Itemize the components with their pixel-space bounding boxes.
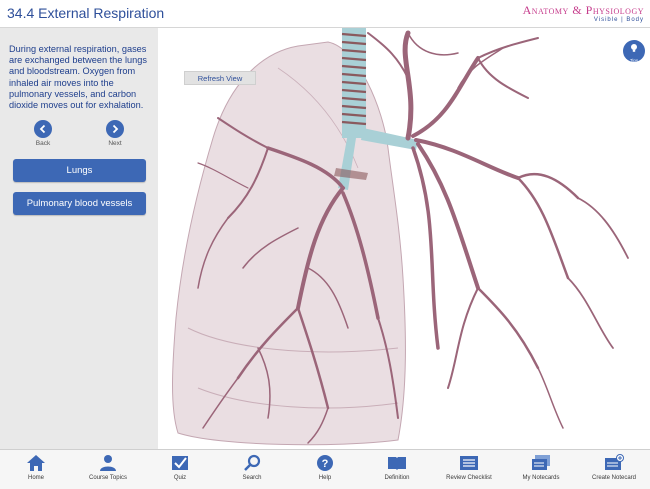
bottom-toolbar: Home Course Topics Quiz Search ? Help De…	[0, 449, 650, 489]
next-arrow-icon[interactable]	[106, 120, 124, 138]
toolbar-quiz[interactable]: Quiz	[152, 454, 208, 481]
toolbar-label: Definition	[384, 475, 410, 481]
toolbar-label: Quiz	[173, 475, 187, 481]
toolbar-label: Review Checklist	[446, 475, 492, 481]
description-text: During external respiration, gases are e…	[9, 44, 147, 111]
tips-button[interactable]: Tips	[623, 40, 645, 63]
anatomy-viewer[interactable]: Refresh View Tips	[158, 28, 650, 449]
next-label: Next	[108, 140, 122, 147]
person-icon	[100, 455, 116, 471]
book-icon	[388, 457, 406, 470]
next-button[interactable]: Next	[95, 120, 135, 147]
sidebar: During external respiration, gases are e…	[0, 28, 158, 449]
back-label: Back	[35, 140, 51, 147]
toolbar-label: Create Notecard	[591, 475, 637, 481]
home-icon	[27, 455, 45, 471]
toolbar-label: Help	[318, 475, 332, 481]
toolbar-home[interactable]: Home	[8, 454, 64, 481]
create-notecard-icon	[605, 454, 624, 470]
toolbar-definition[interactable]: Definition	[369, 454, 425, 481]
checklist-icon	[460, 456, 478, 470]
toolbar-label: Course Topics	[89, 475, 127, 481]
back-arrow-icon[interactable]	[34, 120, 52, 138]
notecards-icon	[532, 455, 550, 470]
question-icon: ?	[317, 455, 333, 471]
magnifier-icon	[244, 454, 261, 471]
back-button[interactable]: Back	[23, 120, 63, 147]
refresh-view-button[interactable]: Refresh View	[184, 71, 256, 85]
toolbar-review-checklist[interactable]: Review Checklist	[441, 454, 497, 481]
pulmonary-vessels-button[interactable]: Pulmonary blood vessels	[13, 192, 146, 215]
header-bar: 34.4 External Respiration Anatomy & Phys…	[0, 0, 650, 28]
checkbox-icon	[172, 456, 188, 470]
toolbar-help[interactable]: ? Help	[297, 454, 353, 481]
lightbulb-icon	[629, 40, 639, 58]
lungs-button[interactable]: Lungs	[13, 159, 146, 182]
svg-text:?: ?	[322, 458, 329, 470]
brand-title: Anatomy & Physiology	[522, 3, 644, 17]
brand-logo: Anatomy & Physiology Visible | Body	[523, 3, 644, 23]
toolbar-search[interactable]: Search	[224, 454, 280, 481]
lung-model-illustration[interactable]	[158, 28, 650, 449]
toolbar-my-notecards[interactable]: My Notecards	[513, 454, 569, 481]
tips-label: Tips	[629, 57, 639, 63]
toolbar-label: Home	[27, 475, 44, 481]
page-title: 34.4 External Respiration	[7, 5, 165, 21]
toolbar-course-topics[interactable]: Course Topics	[80, 454, 136, 481]
toolbar-label: Search	[242, 475, 262, 481]
toolbar-label: My Notecards	[522, 475, 560, 481]
toolbar-create-notecard[interactable]: Create Notecard	[586, 454, 642, 481]
